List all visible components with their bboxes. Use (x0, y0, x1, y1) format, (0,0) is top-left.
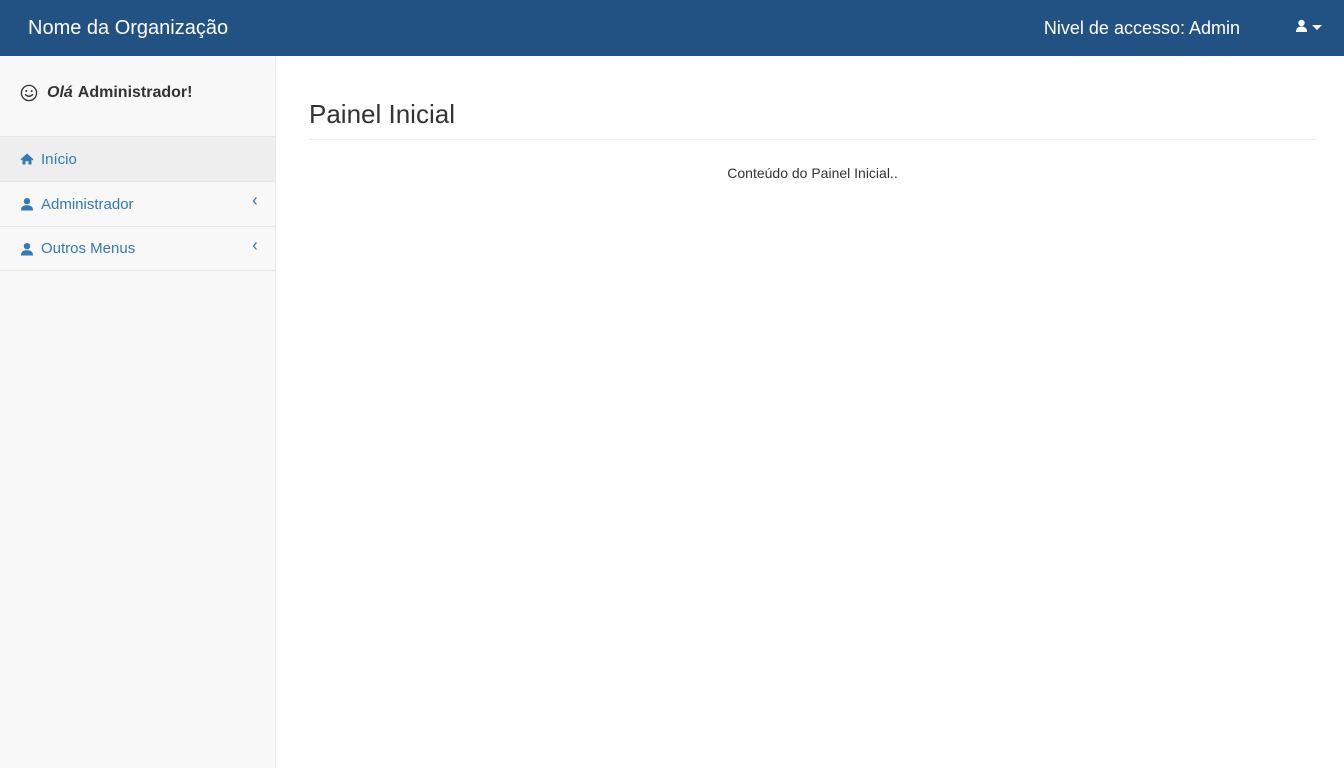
user-icon (21, 242, 33, 255)
greeting-hello: Olá (47, 84, 73, 101)
page-title: Painel Inicial (309, 99, 455, 129)
sidebar-item-inicio[interactable]: Início (0, 136, 275, 181)
user-menu-icons (1296, 19, 1322, 32)
chevron-left-icon[interactable] (251, 195, 259, 207)
main-content: Painel Inicial Conteúdo do Painel Inicia… (276, 56, 1344, 768)
smile-icon (20, 84, 38, 102)
sidebar-item-label: Administrador (41, 195, 134, 213)
user-greeting: Olá Administrador! (20, 82, 192, 104)
sidebar-menu: Início Administrador Outros Menus (0, 136, 275, 271)
top-navbar: Nome da Organização Nivel de accesso: Ad… (0, 0, 1344, 56)
brand-link[interactable]: Nome da Organização (28, 16, 228, 40)
user-menu-toggle[interactable] (1296, 18, 1330, 38)
chevron-left-icon[interactable] (251, 240, 259, 252)
caret-down-icon (1312, 25, 1322, 30)
home-icon (20, 153, 34, 165)
greeting-name: Administrador! (77, 84, 193, 101)
title-divider (309, 139, 1316, 140)
access-level-text: Nivel de accesso: Admin (1043, 18, 1240, 38)
sidebar: Olá Administrador! Início Administrador (0, 56, 276, 768)
user-icon (21, 198, 33, 211)
sidebar-item-administrador[interactable]: Administrador (0, 181, 275, 226)
sidebar-item-label: Início (41, 150, 77, 168)
sidebar-item-label: Outros Menus (41, 240, 136, 257)
panel-content-text: Conteúdo do Painel Inicial.. (727, 165, 898, 181)
sidebar-item-outros-menus[interactable]: Outros Menus (0, 226, 275, 271)
user-icon (1296, 19, 1307, 32)
